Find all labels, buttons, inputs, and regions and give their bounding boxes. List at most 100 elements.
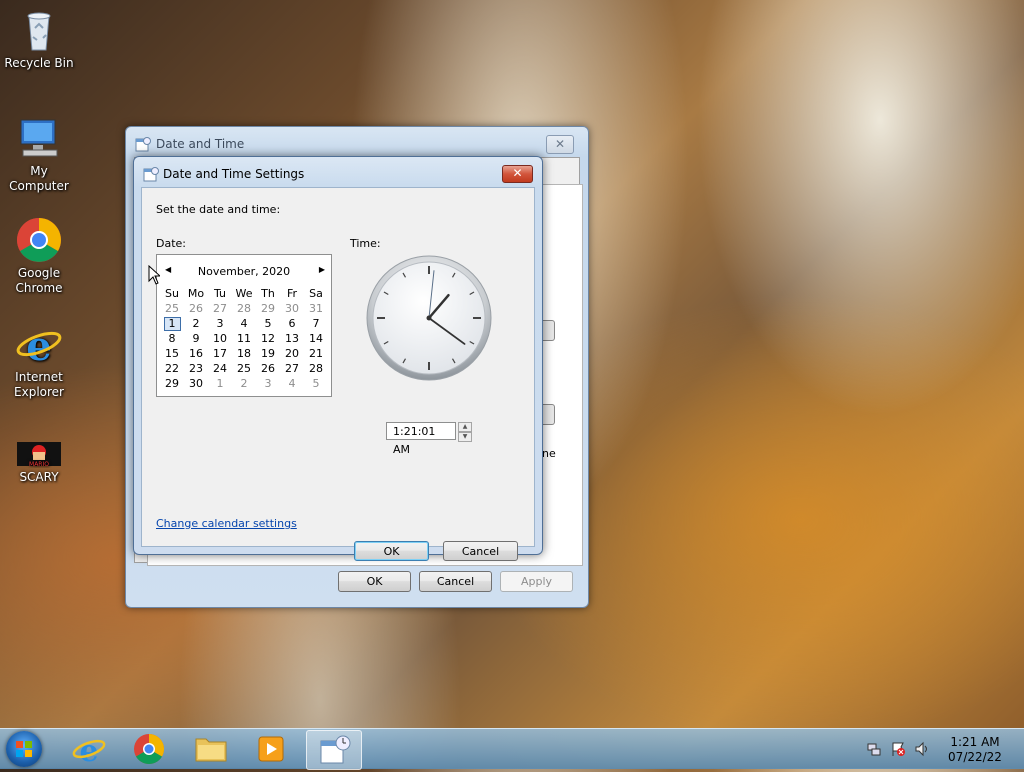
- spin-down-icon[interactable]: ▼: [458, 432, 472, 442]
- calendar-day[interactable]: 1: [208, 376, 232, 391]
- calendar-day[interactable]: 19: [256, 346, 280, 361]
- calendar-day[interactable]: 27: [280, 361, 304, 376]
- calendar-day[interactable]: 26: [256, 361, 280, 376]
- change-time-zone-button-partial[interactable]: [542, 404, 555, 425]
- date-time-icon: [143, 167, 159, 182]
- calendar-month-year[interactable]: November, 2020: [157, 265, 331, 278]
- desktop-icon-my-computer[interactable]: My Computer: [4, 114, 74, 194]
- apply-button[interactable]: Apply: [500, 571, 573, 592]
- desktop-icon-label: Google Chrome: [15, 266, 63, 295]
- calendar-week: 8 9 10 11 12 13 14: [160, 331, 328, 346]
- change-calendar-settings-link[interactable]: Change calendar settings: [156, 517, 297, 530]
- change-date-button-partial[interactable]: [542, 320, 555, 341]
- desktop-icon-scary[interactable]: MARIO SCARY: [4, 440, 74, 485]
- calendar-day[interactable]: 15: [160, 346, 184, 361]
- taskbar-clock[interactable]: 1:21 AM 07/22/22: [940, 735, 1010, 765]
- weekday-header: Th: [261, 287, 275, 300]
- calendar-day[interactable]: 8: [160, 331, 184, 346]
- time-input[interactable]: 1:21:01 AM: [386, 422, 456, 456]
- internet-explorer-icon: e: [16, 323, 62, 368]
- calendar[interactable]: ◀ November, 2020 ▶ Su Mo Tu We Th Fr Sa …: [156, 254, 332, 397]
- close-button[interactable]: ✕: [502, 165, 533, 183]
- calendar-day[interactable]: 5: [256, 316, 280, 331]
- calendar-day[interactable]: 22: [160, 361, 184, 376]
- instruction-text: Set the date and time:: [156, 203, 281, 216]
- calendar-day[interactable]: 25: [232, 361, 256, 376]
- taskbar-internet-explorer[interactable]: e: [62, 730, 116, 769]
- calendar-day[interactable]: 24: [208, 361, 232, 376]
- calendar-day-selected[interactable]: 1: [160, 316, 184, 331]
- svg-text:e: e: [79, 734, 98, 768]
- calendar-day[interactable]: 4: [232, 316, 256, 331]
- computer-icon: [20, 119, 58, 157]
- calendar-day[interactable]: 13: [280, 331, 304, 346]
- taskbar-date-time-settings[interactable]: [306, 730, 362, 770]
- calendar-day[interactable]: 6: [280, 316, 304, 331]
- calendar-day[interactable]: 21: [304, 346, 328, 361]
- taskbar-chrome[interactable]: [122, 730, 176, 768]
- calendar-day[interactable]: 12: [256, 331, 280, 346]
- calendar-week: 22 23 24 25 26 27 28: [160, 361, 328, 376]
- ok-button[interactable]: OK: [354, 541, 429, 561]
- taskbar-media-player[interactable]: [244, 730, 298, 768]
- close-icon: ✕: [554, 137, 566, 151]
- calendar-day[interactable]: 16: [184, 346, 208, 361]
- calendar-day[interactable]: 11: [232, 331, 256, 346]
- folder-icon: [195, 738, 227, 762]
- calendar-day[interactable]: 20: [280, 346, 304, 361]
- time-spinner[interactable]: ▲ ▼: [458, 422, 472, 442]
- calendar-day[interactable]: 28: [232, 301, 256, 316]
- svg-text:e: e: [26, 323, 51, 368]
- calendar-day[interactable]: 28: [304, 361, 328, 376]
- calendar-day[interactable]: 7: [304, 316, 328, 331]
- taskbar-time: 1:21 AM: [950, 735, 1000, 749]
- calendar-day[interactable]: 3: [256, 376, 280, 391]
- calendar-day[interactable]: 23: [184, 361, 208, 376]
- weekday-header: Su: [165, 287, 179, 300]
- close-button[interactable]: ✕: [546, 135, 574, 154]
- cancel-button[interactable]: Cancel: [419, 571, 492, 592]
- calendar-day[interactable]: 3: [208, 316, 232, 331]
- calendar-day[interactable]: 30: [184, 376, 208, 391]
- selected-day-value: 1: [163, 316, 181, 331]
- calendar-day[interactable]: 14: [304, 331, 328, 346]
- partial-text: ne: [542, 447, 556, 460]
- windows-logo-icon: [16, 741, 32, 757]
- network-icon[interactable]: [866, 741, 882, 757]
- desktop-icon-internet-explorer[interactable]: e Internet Explorer: [4, 320, 74, 400]
- calendar-day[interactable]: 4: [280, 376, 304, 391]
- volume-icon[interactable]: [914, 741, 930, 757]
- taskbar: e 1:21 AM 07/22/22: [0, 728, 1024, 770]
- calendar-day[interactable]: 17: [208, 346, 232, 361]
- calendar-day[interactable]: 29: [160, 376, 184, 391]
- action-center-flag-icon[interactable]: [890, 741, 906, 757]
- weekday-header: Tu: [213, 287, 227, 300]
- calendar-day[interactable]: 18: [232, 346, 256, 361]
- next-month-icon[interactable]: ▶: [319, 265, 325, 274]
- calendar-day[interactable]: 10: [208, 331, 232, 346]
- calendar-day[interactable]: 25: [160, 301, 184, 316]
- calendar-day[interactable]: 26: [184, 301, 208, 316]
- calendar-week: 29 30 1 2 3 4 5: [160, 376, 328, 391]
- calendar-day[interactable]: 27: [208, 301, 232, 316]
- taskbar-file-explorer[interactable]: [184, 730, 238, 768]
- calendar-week: 15 16 17 18 19 20 21: [160, 346, 328, 361]
- calendar-day[interactable]: 31: [304, 301, 328, 316]
- calendar-day[interactable]: 2: [184, 316, 208, 331]
- weekday-header: We: [235, 287, 253, 300]
- desktop-icon-label: SCARY: [19, 470, 59, 484]
- desktop-icon-label: Recycle Bin: [4, 56, 74, 70]
- calendar-day[interactable]: 5: [304, 376, 328, 391]
- calendar-day[interactable]: 9: [184, 331, 208, 346]
- cancel-button[interactable]: Cancel: [443, 541, 518, 561]
- calendar-day[interactable]: 30: [280, 301, 304, 316]
- desktop-icon-google-chrome[interactable]: Google Chrome: [4, 216, 74, 296]
- desktop-icon-recycle-bin[interactable]: Recycle Bin: [4, 6, 74, 71]
- start-button[interactable]: [6, 731, 42, 767]
- calendar-day[interactable]: 2: [232, 376, 256, 391]
- weekday-header: Mo: [187, 287, 205, 300]
- calendar-day[interactable]: 29: [256, 301, 280, 316]
- ok-button[interactable]: OK: [338, 571, 411, 592]
- spin-up-icon[interactable]: ▲: [458, 422, 472, 432]
- date-time-icon: [135, 137, 151, 152]
